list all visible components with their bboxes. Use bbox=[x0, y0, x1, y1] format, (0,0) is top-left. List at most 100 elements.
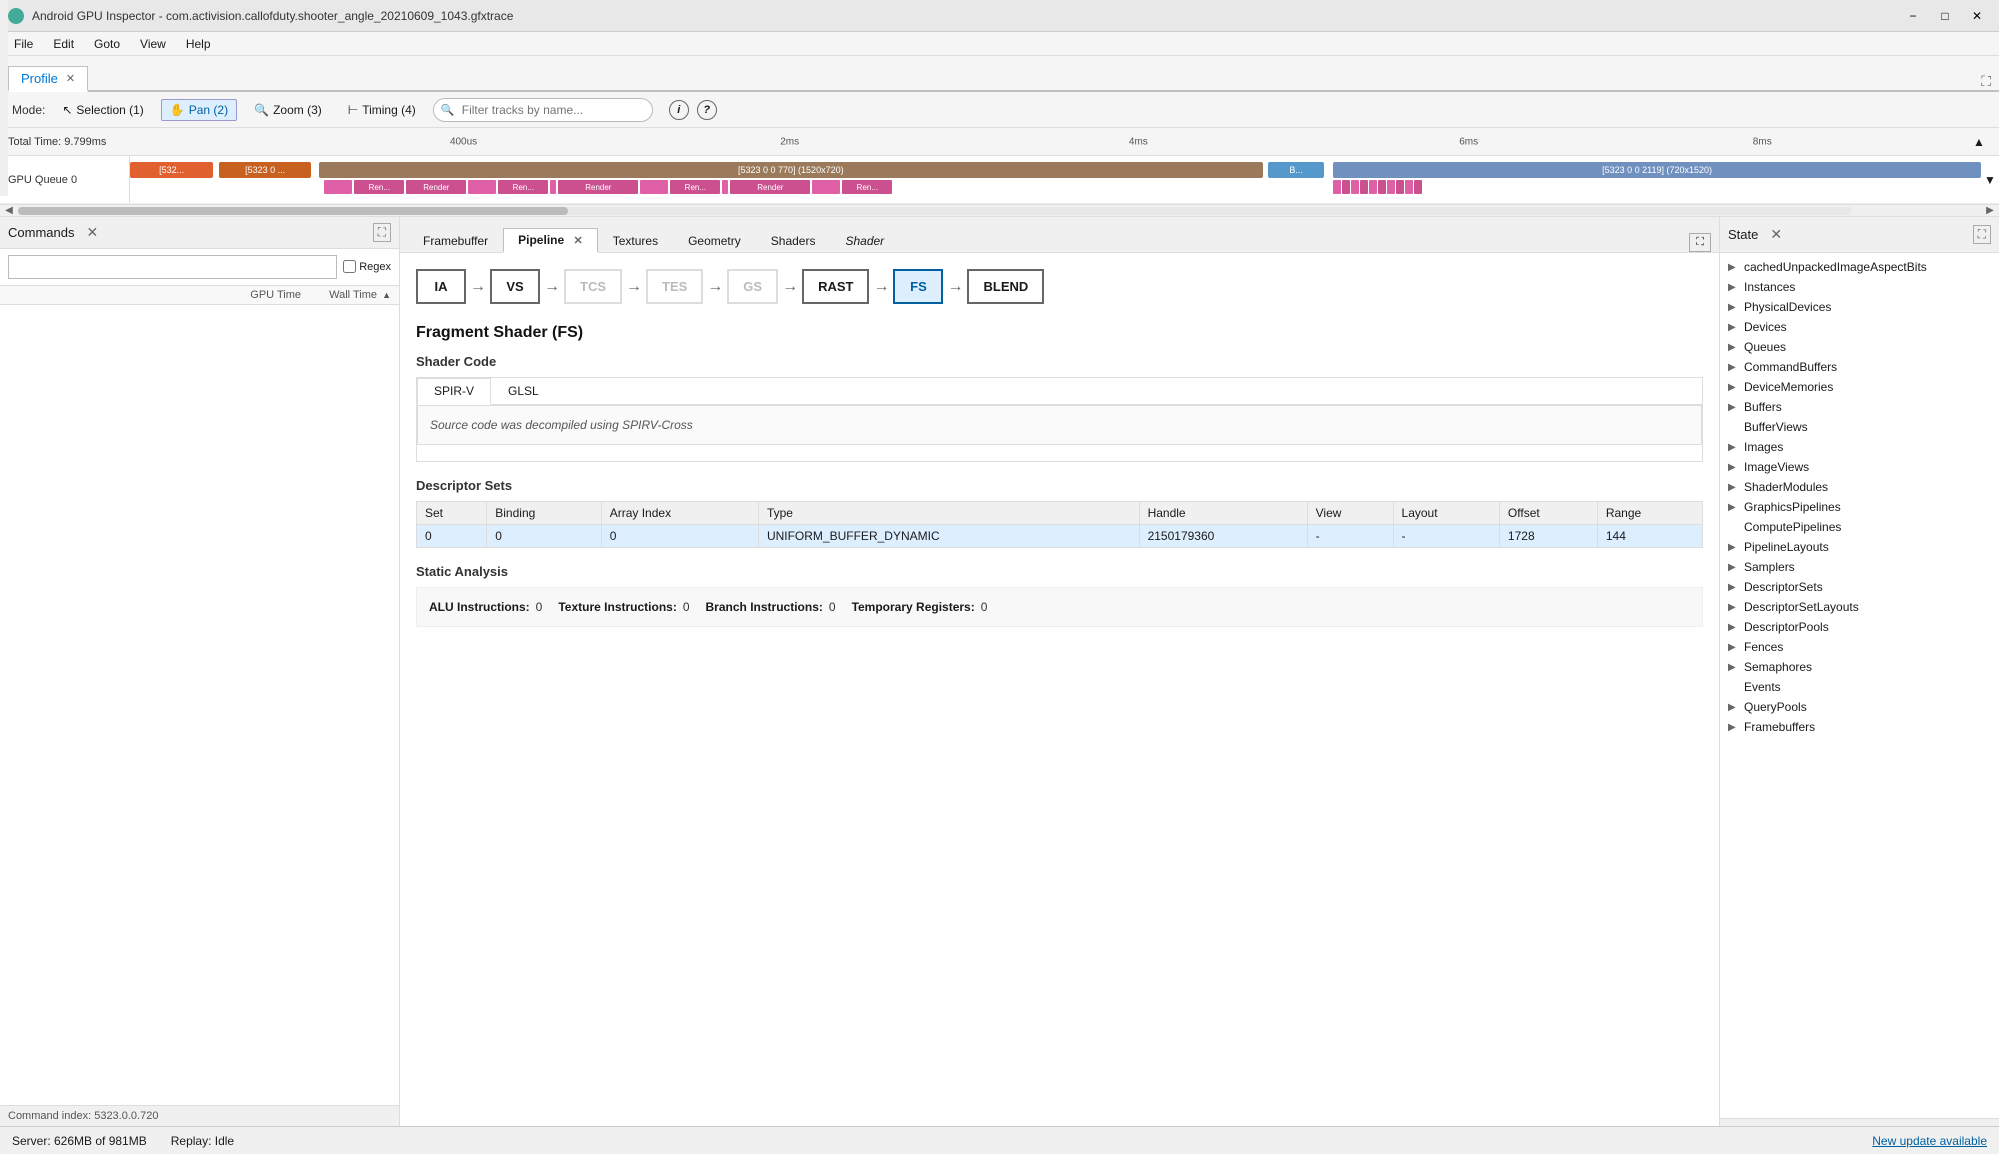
sub-block-1[interactable] bbox=[324, 180, 352, 194]
track-block-5[interactable]: [5323 0 0 2119] (720x1520) bbox=[1333, 162, 1981, 178]
mode-pan-button[interactable]: ✋ Pan (2) bbox=[161, 99, 237, 121]
sub-block-6[interactable] bbox=[812, 180, 840, 194]
cmd-scrollbar[interactable] bbox=[0, 0, 8, 196]
timeline-track[interactable]: [532... [5323 0 ... [5323 0 0 770] (1520… bbox=[130, 156, 1981, 203]
sub-block-render-2[interactable]: Render bbox=[406, 180, 466, 194]
pipeline-node-fs[interactable]: FS bbox=[893, 269, 943, 304]
tree-item-devices[interactable]: ▶ Devices bbox=[1720, 317, 1999, 337]
tree-item-events[interactable]: ▶ Events bbox=[1720, 677, 1999, 697]
col-view[interactable]: View bbox=[1307, 502, 1393, 525]
profile-tab[interactable]: Profile ✕ bbox=[8, 66, 88, 92]
menu-edit[interactable]: Edit bbox=[43, 35, 84, 53]
tree-item-descriptorsetlayouts[interactable]: ▶ DescriptorSetLayouts bbox=[1720, 597, 1999, 617]
track-block-3[interactable]: [5323 0 0 770] (1520x720) bbox=[319, 162, 1263, 178]
col-type[interactable]: Type bbox=[758, 502, 1139, 525]
update-link[interactable]: New update available bbox=[1872, 1134, 1987, 1148]
sub-block-4[interactable] bbox=[640, 180, 668, 194]
tree-item-buffers[interactable]: ▶ Buffers bbox=[1720, 397, 1999, 417]
pipeline-node-gs[interactable]: GS bbox=[727, 269, 778, 304]
tree-item-instances[interactable]: ▶ Instances bbox=[1720, 277, 1999, 297]
col-handle[interactable]: Handle bbox=[1139, 502, 1307, 525]
timeline-scrollbar-thumb[interactable] bbox=[18, 207, 568, 215]
tree-item-bufferviews[interactable]: ▶ BufferViews bbox=[1720, 417, 1999, 437]
sub-block-render-3[interactable]: Ren... bbox=[498, 180, 548, 194]
col-offset[interactable]: Offset bbox=[1499, 502, 1597, 525]
pipeline-node-rast[interactable]: RAST bbox=[802, 269, 869, 304]
pipeline-tab-close[interactable]: ✕ bbox=[574, 235, 583, 247]
descriptor-row[interactable]: 0 0 0 UNIFORM_BUFFER_DYNAMIC 2150179360 … bbox=[417, 525, 1703, 548]
menu-view[interactable]: View bbox=[130, 35, 176, 53]
col-set[interactable]: Set bbox=[417, 502, 487, 525]
state-panel-expand[interactable]: ⛶ bbox=[1973, 225, 1991, 244]
timeline-right-scroll[interactable]: ▼ bbox=[1981, 173, 1999, 187]
pipeline-node-vs[interactable]: VS bbox=[490, 269, 540, 304]
regex-checkbox-input[interactable] bbox=[343, 260, 356, 273]
ruler-scroll-arrow[interactable]: ▲ bbox=[1973, 135, 1991, 149]
col-range[interactable]: Range bbox=[1597, 502, 1702, 525]
col-binding[interactable]: Binding bbox=[487, 502, 601, 525]
tree-item-queues[interactable]: ▶ Queues bbox=[1720, 337, 1999, 357]
info-icon[interactable]: i bbox=[669, 100, 689, 120]
tree-item-querypools[interactable]: ▶ QueryPools bbox=[1720, 697, 1999, 717]
tab-textures[interactable]: Textures bbox=[598, 229, 673, 252]
close-button[interactable]: ✕ bbox=[1963, 6, 1991, 26]
tree-item-physicaldevices[interactable]: ▶ PhysicalDevices bbox=[1720, 297, 1999, 317]
col-array-index[interactable]: Array Index bbox=[601, 502, 758, 525]
tab-framebuffer[interactable]: Framebuffer bbox=[408, 229, 503, 252]
tab-expand-button[interactable]: ⛶ bbox=[1981, 73, 1991, 90]
maximize-button[interactable]: □ bbox=[1931, 6, 1959, 26]
menu-help[interactable]: Help bbox=[176, 35, 221, 53]
mode-selection-button[interactable]: ↖ Selection (1) bbox=[53, 99, 152, 121]
state-panel-close[interactable]: ✕ bbox=[1770, 226, 1782, 243]
tree-item-devicememories[interactable]: ▶ DeviceMemories bbox=[1720, 377, 1999, 397]
tree-item-semaphores[interactable]: ▶ Semaphores bbox=[1720, 657, 1999, 677]
sub-block-2[interactable] bbox=[468, 180, 496, 194]
filter-input[interactable] bbox=[433, 98, 653, 122]
mode-zoom-button[interactable]: 🔍 Zoom (3) bbox=[245, 99, 331, 121]
menu-file[interactable]: File bbox=[4, 35, 43, 53]
tree-item-graphicspipelines[interactable]: ▶ GraphicsPipelines bbox=[1720, 497, 1999, 517]
pipeline-node-ia[interactable]: IA bbox=[416, 269, 466, 304]
spirv-tab[interactable]: SPIR-V bbox=[417, 378, 491, 405]
glsl-tab[interactable]: GLSL bbox=[491, 378, 556, 404]
track-block-2[interactable]: [5323 0 ... bbox=[219, 162, 312, 178]
sub-block-render-5[interactable]: Ren... bbox=[670, 180, 720, 194]
pipeline-node-tcs[interactable]: TCS bbox=[564, 269, 622, 304]
tree-item-commandbuffers[interactable]: ▶ CommandBuffers bbox=[1720, 357, 1999, 377]
center-expand-button[interactable]: ⛶ bbox=[1689, 233, 1711, 252]
tree-item-computepipelines[interactable]: ▶ ComputePipelines bbox=[1720, 517, 1999, 537]
col-gpu-time[interactable]: GPU Time bbox=[211, 289, 301, 301]
col-wall-time[interactable]: Wall Time ▲ bbox=[301, 289, 391, 301]
sub-block-render-7[interactable]: Ren... bbox=[842, 180, 892, 194]
commands-search-input[interactable] bbox=[8, 255, 337, 279]
tree-item-fences[interactable]: ▶ Fences bbox=[1720, 637, 1999, 657]
profile-tab-close[interactable]: ✕ bbox=[66, 72, 75, 85]
commands-panel-close[interactable]: ✕ bbox=[86, 224, 98, 241]
track-block-1[interactable]: [532... bbox=[130, 162, 213, 178]
tree-item-imageviews[interactable]: ▶ ImageViews bbox=[1720, 457, 1999, 477]
tab-shaders[interactable]: Shaders bbox=[756, 229, 831, 252]
tree-item-descriptorsets[interactable]: ▶ DescriptorSets bbox=[1720, 577, 1999, 597]
commands-panel-expand[interactable]: ⛶ bbox=[373, 223, 391, 242]
minimize-button[interactable]: − bbox=[1899, 6, 1927, 26]
mode-timing-button[interactable]: ⊢ Timing (4) bbox=[339, 99, 425, 121]
pipeline-node-blend[interactable]: BLEND bbox=[967, 269, 1044, 304]
tree-item-cached[interactable]: ▶ cachedUnpackedImageAspectBits bbox=[1720, 257, 1999, 277]
tab-geometry[interactable]: Geometry bbox=[673, 229, 756, 252]
tree-item-pipelinelayouts[interactable]: ▶ PipelineLayouts bbox=[1720, 537, 1999, 557]
tab-shader[interactable]: Shader bbox=[830, 229, 899, 252]
sub-block-render-4[interactable]: Render bbox=[558, 180, 638, 194]
sub-block-render-1[interactable]: Ren... bbox=[354, 180, 404, 194]
col-layout[interactable]: Layout bbox=[1393, 502, 1499, 525]
tree-item-framebuffers[interactable]: ▶ Framebuffers bbox=[1720, 717, 1999, 737]
question-icon[interactable]: ? bbox=[697, 100, 717, 120]
regex-checkbox[interactable]: Regex bbox=[343, 260, 391, 273]
tree-item-samplers[interactable]: ▶ Samplers bbox=[1720, 557, 1999, 577]
tab-pipeline[interactable]: Pipeline ✕ bbox=[503, 228, 598, 253]
tree-item-descriptorpools[interactable]: ▶ DescriptorPools bbox=[1720, 617, 1999, 637]
sub-block-render-6[interactable]: Render bbox=[730, 180, 810, 194]
tree-item-shadermodules[interactable]: ▶ ShaderModules bbox=[1720, 477, 1999, 497]
track-block-4[interactable]: B... bbox=[1268, 162, 1324, 178]
tree-item-images[interactable]: ▶ Images bbox=[1720, 437, 1999, 457]
menu-goto[interactable]: Goto bbox=[84, 35, 130, 53]
